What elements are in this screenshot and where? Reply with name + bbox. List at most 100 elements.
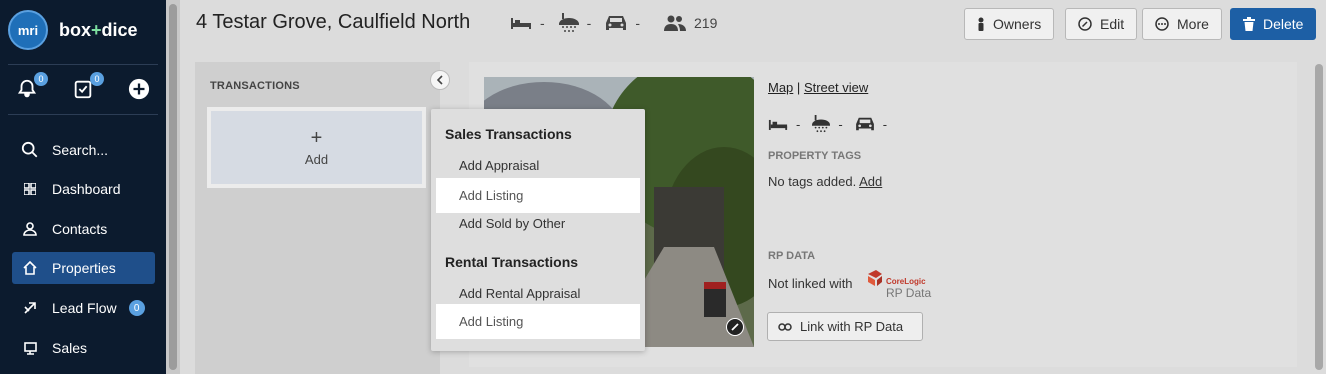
more-dots-icon [1155,17,1169,31]
corelogic-name: CoreLogic [886,277,926,286]
plus-icon: + [310,127,323,149]
delete-button-label: Delete [1263,16,1304,32]
nav-dashboard[interactable]: Dashboard [12,173,155,205]
delete-button[interactable]: Delete [1230,8,1317,40]
pencil-icon [731,323,739,331]
add-transaction-button[interactable]: + Add [207,107,426,188]
nav-properties[interactable]: Properties [12,252,155,284]
shower-icon [812,115,831,133]
trash-icon [1243,17,1255,31]
scrollbar-thumb[interactable] [1315,64,1323,370]
brand-name: box+dice [59,20,138,41]
shower-icon [558,13,579,32]
property-address: 4 Testar Grove, Caulfield North [196,11,471,33]
bath-feature: - [558,12,592,34]
bed-icon [511,18,531,29]
nav-label: Dashboard [52,181,121,197]
car-feature: - [605,14,640,32]
nav-label: Properties [52,260,116,276]
owners-button[interactable]: Owners [964,8,1055,40]
property-tags-text: No tags added. Add [768,174,882,189]
link-icon [778,322,792,331]
add-new-button[interactable] [128,78,152,102]
rp-data-label: RP DATA [768,250,816,262]
chevron-left-icon [436,75,443,85]
logo[interactable]: mri box+dice [8,10,138,50]
content-scrollbar[interactable] [1312,48,1326,374]
rental-transactions-heading: Rental Transactions [445,254,579,270]
bed-count: - [796,116,801,132]
menu-add-rental-listing[interactable]: Add Listing [436,304,640,339]
street-view-link[interactable]: Street view [804,80,868,95]
brand-plus: + [91,19,102,40]
bed-feature: - [768,117,800,132]
bath-count: - [838,116,843,132]
rp-data-status: Not linked with [768,276,853,291]
owners-button-label: Owners [993,16,1042,32]
tasks-button[interactable]: 0 [72,72,104,102]
nav-contacts[interactable]: Contacts [12,213,155,245]
more-button[interactable]: More [1142,8,1222,40]
nav-lead-flow[interactable]: Lead Flow 0 [12,292,155,324]
nav-label: Lead Flow [52,300,117,316]
car-icon [855,117,874,131]
divider [8,64,158,65]
nav-label: Sales [52,340,88,356]
plus-circle-icon [128,78,150,100]
pencil-circle-icon [1078,17,1092,31]
map-links: Map | Street view [768,80,868,95]
map-link[interactable]: Map [768,80,793,95]
bath-count: - [586,15,592,31]
nav-label: Contacts [52,221,108,237]
add-transaction-label: Add [304,152,329,167]
lead-flow-icon [20,301,40,315]
nav-sales[interactable]: Sales [12,332,155,364]
nav-search[interactable]: Search... [12,134,155,166]
collapse-panel-button[interactable] [430,70,450,90]
scrollbar-thumb[interactable] [169,4,177,370]
nav-label: Search... [52,142,109,158]
brand-part2: dice [101,19,138,40]
grid-icon [20,183,40,195]
search-icon [20,141,40,159]
property-tags-label: PROPERTY TAGS [768,150,862,162]
lead-flow-badge: 0 [128,300,145,316]
photo-edit-button[interactable] [726,318,744,336]
car-icon [606,16,627,30]
sidebar: mri box+dice 0 0 Search... Dashboard Con… [0,0,166,374]
link-rp-data-label: Link with RP Data [800,319,904,334]
car-feature: - [855,116,887,132]
bed-icon [768,119,788,130]
bed-feature: - [510,15,545,31]
bed-count: - [540,15,545,31]
header-features: - - - 219 [510,12,731,34]
notifications-button[interactable]: 0 [16,72,48,102]
add-tag-link[interactable]: Add [859,174,882,189]
menu-add-sold-by-other[interactable]: Add Sold by Other [436,206,640,241]
sidebar-scrollbar[interactable] [166,0,180,374]
sidebar-quick-icons: 0 0 [0,72,166,108]
transactions-panel: TRANSACTIONS + Add [195,62,440,374]
no-tags-text: No tags added. [768,174,857,189]
house-icon [20,261,40,275]
link-separator: | [796,80,801,95]
car-count: - [882,116,888,132]
property-header: 4 Testar Grove, Caulfield North - - - 21… [180,0,1326,48]
owners-count: 219 [694,15,718,31]
more-button-label: More [1177,16,1209,32]
edit-button-label: Edit [1100,16,1125,32]
sales-transactions-heading: Sales Transactions [445,126,572,142]
mri-logo: mri [8,10,48,50]
transactions-title: TRANSACTIONS [210,80,300,92]
bath-feature: - [812,114,843,134]
car-count: - [635,15,641,31]
property-features: - - - [768,114,899,134]
sales-icon [20,341,40,355]
person-icon [978,17,984,31]
divider [8,114,158,115]
notifications-badge: 0 [34,72,48,86]
people-icon [664,15,687,31]
edit-button[interactable]: Edit [1065,8,1138,40]
link-rp-data-button[interactable]: Link with RP Data [767,312,923,341]
add-transaction-menu: Sales Transactions Add Appraisal Add Lis… [431,109,645,351]
